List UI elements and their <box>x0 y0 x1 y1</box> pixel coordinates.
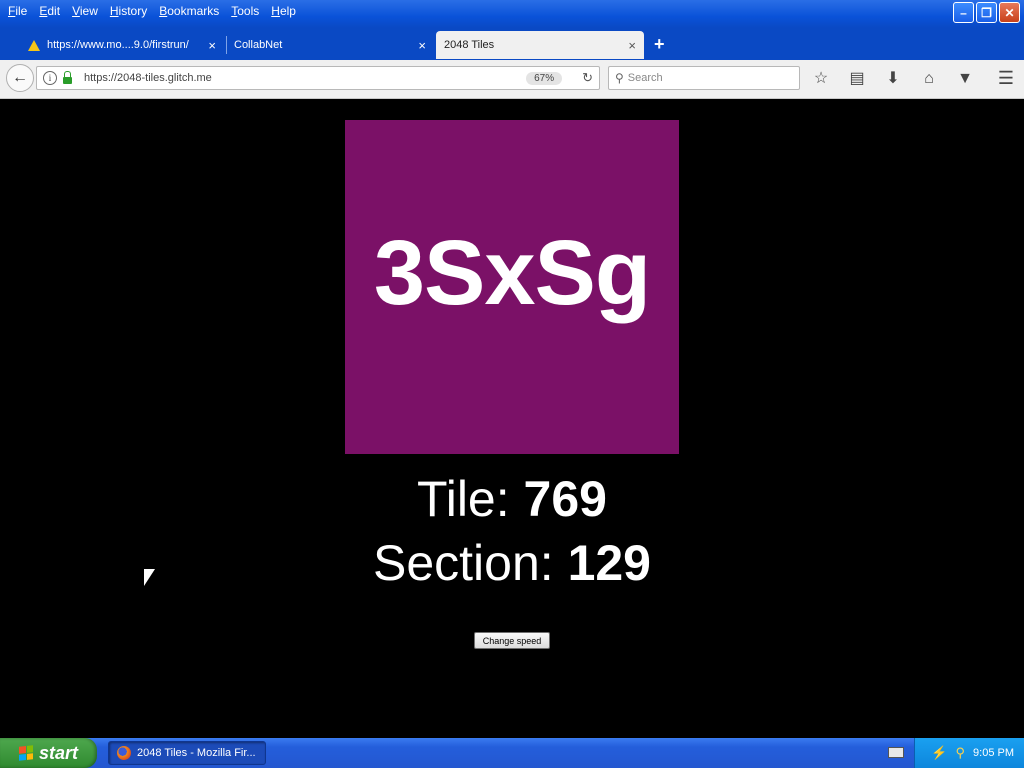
warning-icon <box>28 39 40 51</box>
search-placeholder: Search <box>627 72 663 84</box>
menu-view[interactable]: View <box>68 3 106 19</box>
search-icon: ⚲ <box>615 71 624 85</box>
close-tab-icon[interactable]: × <box>208 38 216 53</box>
taskbar-item-firefox[interactable]: 2048 Tiles - Mozilla Fir... <box>108 741 266 765</box>
close-window-button[interactable]: ✕ <box>999 2 1020 23</box>
pocket-icon[interactable]: ▼ <box>954 68 976 90</box>
tile-label: Tile: <box>417 471 524 527</box>
zoom-level-badge[interactable]: 67% <box>526 71 563 85</box>
tab-title: https://www.mo....9.0/firstrun/ <box>47 39 189 51</box>
tile-display: 3SxSg <box>345 120 679 454</box>
tab-strip: https://www.mo....9.0/firstrun/ × Collab… <box>0 28 1024 60</box>
navigation-bar: ← i https://2048-tiles.glitch.me 67% ↻ ⚲… <box>0 60 1024 99</box>
tab-firstrun[interactable]: https://www.mo....9.0/firstrun/ × <box>20 31 224 59</box>
bookmark-star-icon[interactable]: ☆ <box>810 68 832 90</box>
window-titlebar: File Edit View History Bookmarks Tools H… <box>0 0 1024 28</box>
reload-icon[interactable]: ↻ <box>582 70 593 86</box>
menu-file[interactable]: File <box>4 3 35 19</box>
reading-list-icon[interactable]: ▤ <box>846 68 868 90</box>
windows-logo-icon <box>18 745 33 761</box>
info-icon[interactable]: i <box>43 71 57 85</box>
new-tab-button[interactable]: + <box>654 34 665 55</box>
mouse-cursor-icon <box>144 569 155 586</box>
tab-collabnet[interactable]: CollabNet × <box>226 31 434 59</box>
tile-text: 3SxSg <box>373 221 651 324</box>
minimize-button[interactable]: – <box>953 2 974 23</box>
system-tray: ⚡ ⚲ 9:05 PM <box>914 738 1024 768</box>
task-title: 2048 Tiles - Mozilla Fir... <box>137 747 256 759</box>
taskbar: start 2048 Tiles - Mozilla Fir... ⚡ ⚲ 9:… <box>0 738 1024 768</box>
menu-help[interactable]: Help <box>267 3 304 19</box>
start-button[interactable]: start <box>0 738 97 768</box>
network-icon[interactable]: ⚡ <box>931 745 947 761</box>
toolbar-icons: ☆ ▤ ⬇ ⌂ ▼ <box>810 68 976 90</box>
back-button[interactable]: ← <box>6 64 34 92</box>
close-tab-icon[interactable]: × <box>418 38 426 53</box>
menu-tools[interactable]: Tools <box>227 3 267 19</box>
back-arrow-icon: ← <box>12 69 28 86</box>
menu-bar: File Edit View History Bookmarks Tools H… <box>4 3 304 19</box>
hamburger-menu-icon[interactable]: ☰ <box>998 68 1014 89</box>
lock-icon <box>63 70 72 84</box>
download-icon[interactable]: ⬇ <box>882 68 904 90</box>
tab-2048-tiles[interactable]: 2048 Tiles × <box>436 31 644 59</box>
page-content: 3SxSg Tile: 769 Section: 129 Change spee… <box>0 99 1024 738</box>
address-bar[interactable]: i https://2048-tiles.glitch.me 67% ↻ <box>36 66 600 90</box>
clock[interactable]: 9:05 PM <box>973 747 1014 759</box>
keyboard-icon[interactable] <box>888 747 904 758</box>
search-tray-icon[interactable]: ⚲ <box>956 745 966 761</box>
firefox-icon <box>117 746 131 760</box>
start-label: start <box>38 742 78 763</box>
tile-counter: Tile: 769 <box>0 471 1024 527</box>
restore-button[interactable]: ❐ <box>976 2 997 23</box>
tile-value: 769 <box>523 471 607 527</box>
url-text[interactable]: https://2048-tiles.glitch.me <box>84 72 526 84</box>
window-controls: – ❐ ✕ <box>953 2 1020 23</box>
section-label: Section: <box>373 535 568 591</box>
tab-title: CollabNet <box>234 39 283 51</box>
change-speed-button[interactable]: Change speed <box>474 632 550 649</box>
menu-bookmarks[interactable]: Bookmarks <box>155 3 227 19</box>
close-tab-icon[interactable]: × <box>628 38 636 53</box>
menu-edit[interactable]: Edit <box>35 3 68 19</box>
search-bar[interactable]: ⚲ Search <box>608 66 800 90</box>
section-value: 129 <box>567 535 651 591</box>
tab-title: 2048 Tiles <box>444 39 495 51</box>
menu-history[interactable]: History <box>106 3 155 19</box>
home-icon[interactable]: ⌂ <box>918 68 940 90</box>
